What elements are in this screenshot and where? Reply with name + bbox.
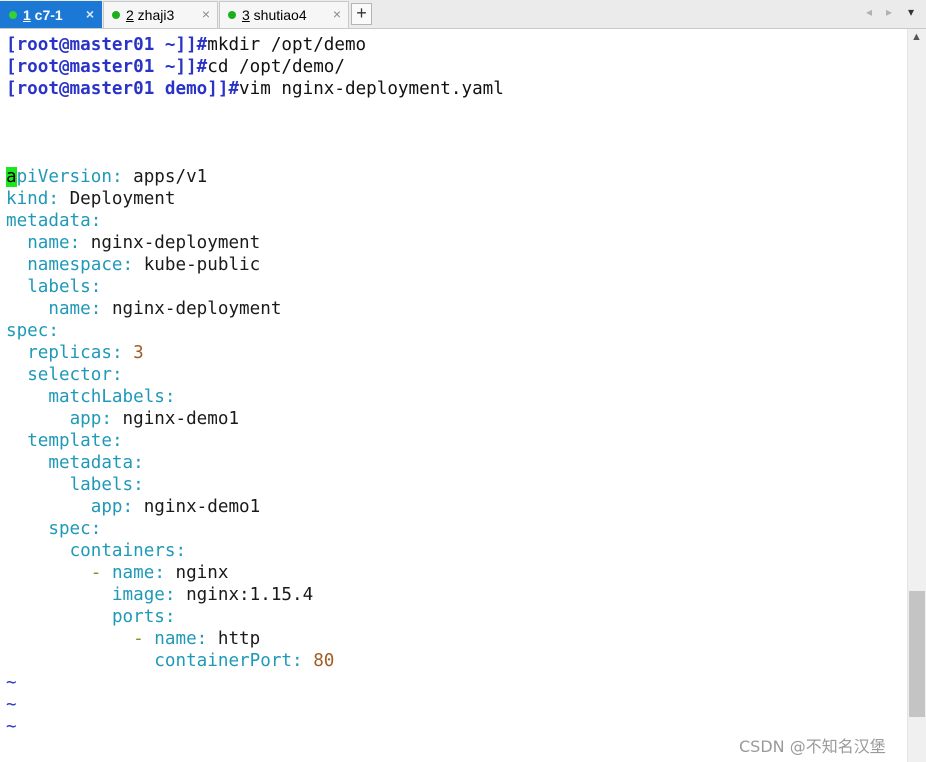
tab-number: 1	[23, 7, 31, 23]
shell-command: cd /opt/demo/	[207, 57, 345, 77]
close-tab-icon[interactable]: ×	[86, 6, 94, 22]
yaml-line: metadata:	[6, 211, 102, 231]
shell-line: [root@master01 ~]]#cd /opt/demo/	[6, 56, 345, 78]
vertical-scrollbar[interactable]: ▲	[907, 29, 926, 762]
tab-label: zhaji3	[133, 7, 175, 23]
yaml-line: - name: nginx	[90, 563, 229, 583]
connected-status-icon	[112, 11, 120, 19]
shell-line: [root@master01 ~]]#mkdir /opt/demo	[6, 34, 366, 56]
yaml-line: spec:	[48, 519, 102, 539]
yaml-line: metadata:	[48, 453, 144, 473]
tab-list-dropdown-icon[interactable]: ▾	[908, 5, 914, 19]
yaml-line: - name: http	[133, 629, 261, 649]
empty-line-marker: ~	[6, 717, 17, 737]
yaml-line: template:	[27, 431, 123, 451]
tab-zhaji3[interactable]: 2 zhaji3 ×	[103, 1, 218, 28]
tab-label: shutiao4	[249, 7, 307, 23]
yaml-line: app: nginx-demo1	[69, 409, 240, 429]
yaml-line: app: nginx-demo1	[90, 497, 261, 517]
new-tab-button[interactable]: +	[351, 3, 372, 25]
shell-prompt: [root@master01 demo]]#	[6, 79, 240, 99]
yaml-line: containerPort: 80	[154, 651, 335, 671]
yaml-line: name: nginx-deployment	[27, 233, 261, 253]
tab-shutiao4[interactable]: 3 shutiao4 ×	[219, 1, 349, 28]
connected-status-icon	[228, 11, 236, 19]
editor-cursor: a	[6, 167, 17, 187]
yaml-line: labels:	[27, 277, 102, 297]
scrollbar-thumb[interactable]	[909, 591, 925, 717]
tab-number: 2	[126, 7, 134, 23]
yaml-line: kind: Deployment	[6, 189, 176, 209]
tab-c7-1[interactable]: 1 c7-1 ×	[0, 1, 102, 28]
tab-scroll-right-icon[interactable]: ▸	[886, 5, 892, 19]
tab-label: c7-1	[30, 7, 63, 23]
yaml-line: name: nginx-deployment	[48, 299, 282, 319]
shell-command: vim nginx-deployment.yaml	[239, 79, 504, 99]
close-tab-icon[interactable]: ×	[333, 6, 341, 22]
watermark: CSDN @不知名汉堡	[739, 737, 886, 756]
close-tab-icon[interactable]: ×	[202, 6, 210, 22]
yaml-line: namespace: kube-public	[27, 255, 261, 275]
scroll-up-icon[interactable]: ▲	[911, 31, 922, 43]
yaml-line: matchLabels:	[48, 387, 176, 407]
yaml-line: spec:	[6, 321, 59, 341]
yaml-line: containers:	[69, 541, 187, 561]
shell-command: mkdir /opt/demo	[207, 35, 367, 55]
tab-scroll-left-icon[interactable]: ◂	[866, 5, 872, 19]
shell-prompt: [root@master01 ~]]#	[6, 57, 208, 77]
yaml-line: replicas: 3	[27, 343, 144, 363]
tab-number: 3	[242, 7, 250, 23]
shell-line: [root@master01 demo]]#vim nginx-deployme…	[6, 78, 504, 100]
empty-line-marker: ~	[6, 695, 17, 715]
connected-status-icon	[9, 11, 17, 19]
session-tab-bar: 1 c7-1 × 2 zhaji3 × 3 shutiao4 × + ◂ ▸ ▾	[0, 0, 926, 29]
empty-line-marker: ~	[6, 673, 17, 693]
yaml-line: image: nginx:1.15.4	[111, 585, 314, 605]
terminal-output[interactable]: [root@master01 ~]]#mkdir /opt/demo [root…	[0, 29, 907, 762]
yaml-line: labels:	[69, 475, 144, 495]
yaml-line: ports:	[111, 607, 176, 627]
yaml-line: apiVersion: apps/v1	[6, 167, 208, 187]
shell-prompt: [root@master01 ~]]#	[6, 35, 208, 55]
yaml-line: selector:	[27, 365, 123, 385]
